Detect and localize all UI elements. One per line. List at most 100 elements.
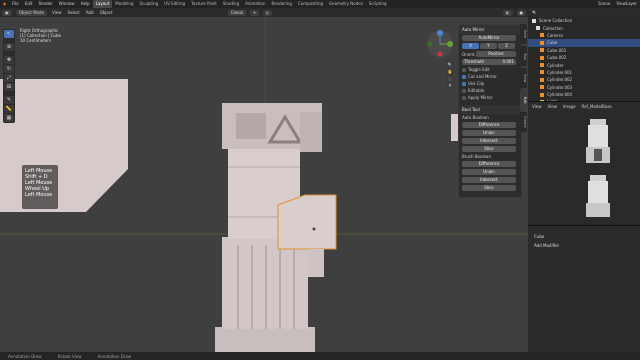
- tab-rendering[interactable]: Rendering: [269, 0, 295, 8]
- outliner-item[interactable]: Cylinder.001: [528, 69, 640, 76]
- automirror-button[interactable]: AutoMirror: [462, 35, 516, 41]
- tab-item[interactable]: Item: [520, 24, 527, 44]
- navigation-gizmo[interactable]: [426, 30, 454, 58]
- tab-compositing[interactable]: Compositing: [295, 0, 326, 8]
- outliner-item[interactable]: Cylinder.004: [528, 91, 640, 98]
- brush-slice-button[interactable]: Slice: [462, 185, 516, 191]
- checkbox[interactable]: [462, 95, 466, 100]
- object-name[interactable]: Cube: [528, 232, 640, 241]
- top-bar: ◆ File Edit Render Window Help Layout Mo…: [0, 0, 640, 8]
- menu-window[interactable]: Window: [56, 0, 78, 8]
- auto-difference-button[interactable]: Difference: [462, 122, 516, 128]
- annotate-icon[interactable]: ✎: [4, 96, 14, 104]
- camera-icon[interactable]: 🎥: [447, 75, 453, 81]
- threshold-field[interactable]: Threshold 0.001: [462, 59, 516, 65]
- outliner-item[interactable]: Cylinder.003: [528, 84, 640, 91]
- image-editor-menu-view[interactable]: View: [532, 104, 542, 109]
- blender-logo-icon[interactable]: ◆: [0, 0, 9, 8]
- select-box-icon[interactable]: ↖: [4, 30, 14, 38]
- checkbox[interactable]: [462, 81, 466, 86]
- tab-edit[interactable]: Edit: [520, 90, 527, 110]
- snap-icon[interactable]: ⌖: [250, 9, 259, 16]
- auto-mirror-header[interactable]: Auto Mirror: [459, 25, 521, 34]
- shading-solid-icon[interactable]: ●: [516, 9, 526, 16]
- image-editor-menu-image[interactable]: Image: [563, 104, 576, 109]
- use-clip-label: Use Clip: [468, 81, 485, 86]
- outliner-item[interactable]: Cube.002: [528, 54, 640, 61]
- tab-view[interactable]: View: [520, 68, 527, 88]
- transform-orientation-selector[interactable]: Global: [227, 9, 247, 16]
- outliner-root[interactable]: Scene Collection: [528, 17, 640, 24]
- checkbox[interactable]: [462, 67, 466, 72]
- scene-selector[interactable]: Scene: [595, 0, 613, 8]
- add-cube-icon[interactable]: ▦: [4, 114, 14, 122]
- mesh-icon: [540, 55, 544, 60]
- overlays-icon[interactable]: ◐: [503, 9, 513, 16]
- menu-edit[interactable]: Edit: [22, 0, 36, 8]
- editable-option[interactable]: Editable: [459, 87, 521, 94]
- bool-tool-header[interactable]: Bool Tool: [459, 105, 521, 114]
- menu-select[interactable]: Select: [64, 10, 82, 15]
- pan-icon[interactable]: ✋: [447, 68, 453, 74]
- rotate-icon[interactable]: ↻: [4, 65, 14, 73]
- status-bar: Annotation Draw Rotate View Annotation D…: [0, 352, 640, 360]
- menu-object[interactable]: Object: [97, 10, 116, 15]
- outliner-item[interactable]: Cylinder.002: [528, 76, 640, 83]
- tab-shading[interactable]: Shading: [220, 0, 242, 8]
- brush-intersect-button[interactable]: Intersect: [462, 177, 516, 183]
- add-modifier-button[interactable]: Add Modifier: [528, 241, 640, 250]
- brush-difference-button[interactable]: Difference: [462, 161, 516, 167]
- move-icon[interactable]: ✥: [4, 56, 14, 64]
- proportional-edit-icon[interactable]: ◎: [262, 9, 273, 16]
- menu-render[interactable]: Render: [36, 0, 56, 8]
- outliner-search-icon[interactable]: 🔍: [528, 8, 541, 17]
- tab-modeling[interactable]: Modeling: [112, 0, 136, 8]
- tab-animation[interactable]: Animation: [242, 0, 268, 8]
- orientation-select[interactable]: Positive: [476, 51, 516, 57]
- menu-file[interactable]: File: [9, 0, 22, 8]
- menu-help[interactable]: Help: [78, 0, 93, 8]
- outliner-item[interactable]: Collection: [528, 24, 640, 31]
- tab-scripting[interactable]: Scripting: [366, 0, 390, 8]
- tab-uv-editing[interactable]: UV Editing: [161, 0, 188, 8]
- outliner-title: Scene Collection: [539, 18, 573, 24]
- checkbox[interactable]: [462, 88, 466, 93]
- menu-add[interactable]: Add: [83, 10, 97, 15]
- tab-geometry-nodes[interactable]: Geometry Nodes: [326, 0, 366, 8]
- axis-z-toggle[interactable]: Z: [498, 43, 515, 49]
- use-clip-option[interactable]: Use Clip: [459, 80, 521, 87]
- auto-intersect-button[interactable]: Intersect: [462, 138, 516, 144]
- outliner-item[interactable]: Camera: [528, 32, 640, 39]
- view-layer-selector[interactable]: ViewLayer: [613, 0, 640, 8]
- zoom-icon[interactable]: 🔍: [447, 61, 453, 67]
- tab-tool[interactable]: Tool: [520, 46, 527, 66]
- checkbox[interactable]: [462, 74, 466, 79]
- cut-and-mirror-option[interactable]: Cut and Mirror: [459, 73, 521, 80]
- image-editor[interactable]: View View Image Ref_ModelBase: [528, 101, 640, 226]
- image-editor-menu-view-2[interactable]: View: [548, 104, 558, 109]
- tab-layout[interactable]: Layout: [92, 0, 113, 8]
- tab-create[interactable]: Create: [520, 112, 527, 132]
- transform-icon[interactable]: ⊞: [4, 83, 14, 91]
- axis-x-toggle[interactable]: X: [462, 43, 479, 49]
- menu-view[interactable]: View: [49, 10, 65, 15]
- axis-y-toggle[interactable]: Y: [480, 43, 497, 49]
- cursor-icon[interactable]: ⊕: [4, 43, 14, 51]
- grid-icon[interactable]: #: [447, 82, 453, 88]
- auto-union-button[interactable]: Union: [462, 130, 516, 136]
- auto-slice-button[interactable]: Slice: [462, 146, 516, 152]
- apply-mirror-option[interactable]: Apply Mirror: [459, 94, 521, 101]
- tab-texture-paint[interactable]: Texture Paint: [188, 0, 220, 8]
- mode-selector[interactable]: Object Mode: [15, 9, 47, 16]
- toggle-edit-option[interactable]: Toggle Edit: [459, 66, 521, 73]
- outliner-item[interactable]: Cube.001: [528, 47, 640, 54]
- outliner-item[interactable]: Cylinder: [528, 61, 640, 68]
- sidebar-panel: Auto Mirror AutoMirror X Y Z Orient. Posi…: [458, 24, 522, 198]
- measure-icon[interactable]: 📏: [4, 105, 14, 113]
- outliner-item[interactable]: Cube: [528, 39, 640, 47]
- image-selector[interactable]: Ref_ModelBase: [582, 104, 612, 109]
- brush-union-button[interactable]: Union: [462, 169, 516, 175]
- scale-icon[interactable]: ⤢: [4, 74, 14, 82]
- editor-type-icon[interactable]: ▣: [2, 9, 12, 16]
- tab-sculpting[interactable]: Sculpting: [137, 0, 162, 8]
